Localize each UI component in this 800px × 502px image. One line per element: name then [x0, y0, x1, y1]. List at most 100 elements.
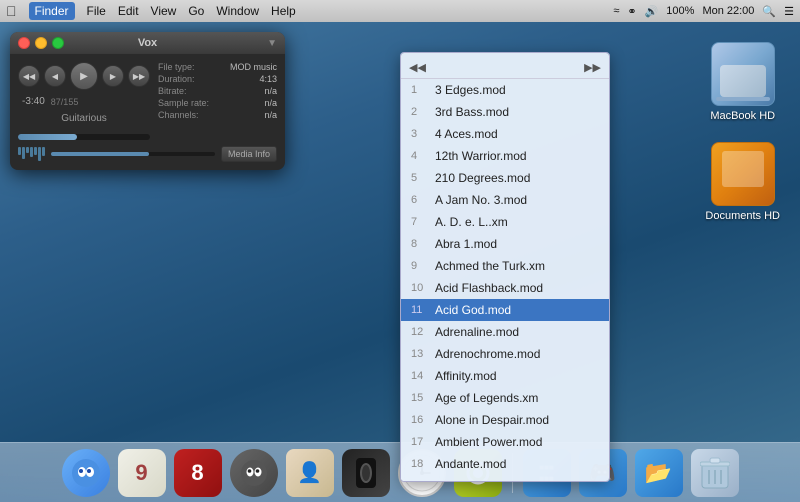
- documents-hd-label: Documents HD: [705, 210, 780, 222]
- eq-bar-1: [18, 147, 21, 155]
- macbook-hd-label: MacBook HD: [710, 110, 775, 122]
- playlist-item-name: Achmed the Turk.xm: [435, 257, 545, 275]
- menu-window[interactable]: Window: [216, 4, 259, 18]
- menubar:  Finder File Edit View Go Window Help ≈…: [0, 0, 800, 22]
- eq-bar-5: [34, 147, 37, 155]
- playlist-item[interactable]: 18Andante.mod: [401, 453, 609, 475]
- titlebar-buttons: [18, 37, 64, 49]
- playlist-item[interactable]: 5210 Degrees.mod: [401, 167, 609, 189]
- playlist-item[interactable]: 11Acid God.mod: [401, 299, 609, 321]
- playlist-item-num: 16: [411, 412, 435, 429]
- playlist-item[interactable]: 23rd Bass.mod: [401, 101, 609, 123]
- minimize-button[interactable]: [35, 37, 47, 49]
- vox-titlebar: Vox ▼: [10, 32, 285, 54]
- menu-view[interactable]: View: [151, 4, 177, 18]
- transport-row: ◀◀ ◀ ▶ ▶ ▶▶: [18, 62, 150, 90]
- dock-finder2[interactable]: [230, 449, 278, 497]
- volume-fill: [51, 152, 149, 156]
- apple-menu[interactable]: : [6, 3, 17, 19]
- file-type-value: MOD music: [230, 62, 277, 72]
- playlist-item[interactable]: 19Another Funky Day.mod: [401, 475, 609, 482]
- playlist-item-num: 6: [411, 192, 435, 209]
- playlist-item-name: Adrenaline.mod: [435, 323, 519, 341]
- playlist-item[interactable]: 10Acid Flashback.mod: [401, 277, 609, 299]
- playlist-item-name: Adrenochrome.mod: [435, 345, 540, 363]
- playlist-item-name: Age of Legends.xm: [435, 389, 538, 407]
- menu-go[interactable]: Go: [188, 4, 204, 18]
- playlist-item-name: 3 Edges.mod: [435, 81, 506, 99]
- playlist-item-name: Acid God.mod: [435, 301, 511, 319]
- playlist-item[interactable]: 17Ambient Power.mod: [401, 431, 609, 453]
- eq-bar-7: [42, 147, 45, 156]
- wifi-icon[interactable]: ≈: [613, 5, 619, 17]
- playlist-item[interactable]: 14Affinity.mod: [401, 365, 609, 387]
- list-icon[interactable]: ☰: [784, 5, 794, 18]
- play-button[interactable]: ▶: [70, 62, 98, 90]
- search-icon[interactable]: 🔍: [762, 5, 776, 18]
- media-info-button[interactable]: Media Info: [221, 146, 277, 162]
- playlist-nav-btn[interactable]: ▶▶: [584, 61, 601, 74]
- volume-slider[interactable]: [51, 152, 215, 156]
- playlist-header: ◀◀ ▶▶: [401, 59, 609, 79]
- volume-icon[interactable]: 🔊: [645, 5, 659, 18]
- playlist-item[interactable]: 34 Aces.mod: [401, 123, 609, 145]
- playlist-prev-btn[interactable]: ◀◀: [409, 61, 426, 74]
- playlist-item[interactable]: 13 Edges.mod: [401, 79, 609, 101]
- playlist-item-num: 1: [411, 82, 435, 99]
- playlist-item[interactable]: 412th Warrior.mod: [401, 145, 609, 167]
- next-button[interactable]: ▶: [102, 65, 124, 87]
- playlist-dropdown: ◀◀ ▶▶ 13 Edges.mod23rd Bass.mod34 Aces.m…: [400, 52, 610, 482]
- desktop-icon-documents-hd[interactable]: Documents HD: [705, 142, 780, 222]
- duration-value: 4:13: [259, 74, 277, 84]
- menu-help[interactable]: Help: [271, 4, 296, 18]
- duration-label: Duration:: [158, 74, 195, 84]
- dock-reminders[interactable]: 9: [118, 449, 166, 497]
- playlist-item-name: A. D. e. L..xm: [435, 213, 508, 231]
- desktop-icons: MacBook HD Documents HD: [705, 42, 780, 222]
- playlist-item[interactable]: 16Alone in Despair.mod: [401, 409, 609, 431]
- bitrate-label: Bitrate:: [158, 86, 187, 96]
- fast-forward-button[interactable]: ▶▶: [128, 65, 150, 87]
- battery-indicator: 100%: [666, 5, 694, 17]
- playlist-item-num: 15: [411, 390, 435, 407]
- playlist-item[interactable]: 7A. D. e. L..xm: [401, 211, 609, 233]
- dock-trash[interactable]: [691, 449, 739, 497]
- menu-edit[interactable]: Edit: [118, 4, 139, 18]
- dock-folder-3[interactable]: 📂: [635, 449, 683, 497]
- progress-bar-fill: [18, 134, 77, 140]
- playlist-item-name: Abra 1.mod: [435, 235, 497, 253]
- sample-rate-label: Sample rate:: [158, 98, 209, 108]
- vox-body: ◀◀ ◀ ▶ ▶ ▶▶ -3:40 87/155 Guitarious: [10, 54, 285, 170]
- menu-finder[interactable]: Finder: [29, 2, 75, 20]
- prev-button[interactable]: ◀: [44, 65, 66, 87]
- playlist-item[interactable]: 6A Jam No. 3.mod: [401, 189, 609, 211]
- dock-contacts[interactable]: 👤: [286, 449, 334, 497]
- dock-address-book[interactable]: 8: [174, 449, 222, 497]
- rewind-button[interactable]: ◀◀: [18, 65, 40, 87]
- playlist-item[interactable]: 9Achmed the Turk.xm: [401, 255, 609, 277]
- dock-finder[interactable]: [62, 449, 110, 497]
- desktop-icon-macbook-hd[interactable]: MacBook HD: [710, 42, 775, 122]
- info-row-filetype: File type: MOD music: [158, 62, 277, 72]
- bluetooth-icon[interactable]: ⚭: [627, 5, 636, 18]
- vox-info: File type: MOD music Duration: 4:13 Bitr…: [158, 62, 277, 140]
- expand-icon[interactable]: ▼: [267, 38, 277, 49]
- playlist-item[interactable]: 13Adrenochrome.mod: [401, 343, 609, 365]
- menu-file[interactable]: File: [87, 4, 106, 18]
- playlist-item[interactable]: 8Abra 1.mod: [401, 233, 609, 255]
- playlist-item[interactable]: 15Age of Legends.xm: [401, 387, 609, 409]
- playlist-item-name: 3rd Bass.mod: [435, 103, 509, 121]
- maximize-button[interactable]: [52, 37, 64, 49]
- playlist-item-name: Alone in Despair.mod: [435, 411, 549, 429]
- progress-bar[interactable]: [18, 134, 150, 140]
- eq-bar-3: [26, 147, 29, 153]
- playlist-item-name: Ambient Power.mod: [435, 433, 542, 451]
- playlist-item-num: 18: [411, 456, 435, 473]
- info-row-samplerate: Sample rate: n/a: [158, 98, 277, 108]
- dock-speakers[interactable]: [342, 449, 390, 497]
- desktop: MacBook HD Documents HD Vox ▼ ◀◀ ◀: [0, 22, 800, 442]
- close-button[interactable]: [18, 37, 30, 49]
- menubar-left:  Finder File Edit View Go Window Help: [6, 2, 613, 20]
- playlist-item-num: 17: [411, 434, 435, 451]
- playlist-item[interactable]: 12Adrenaline.mod: [401, 321, 609, 343]
